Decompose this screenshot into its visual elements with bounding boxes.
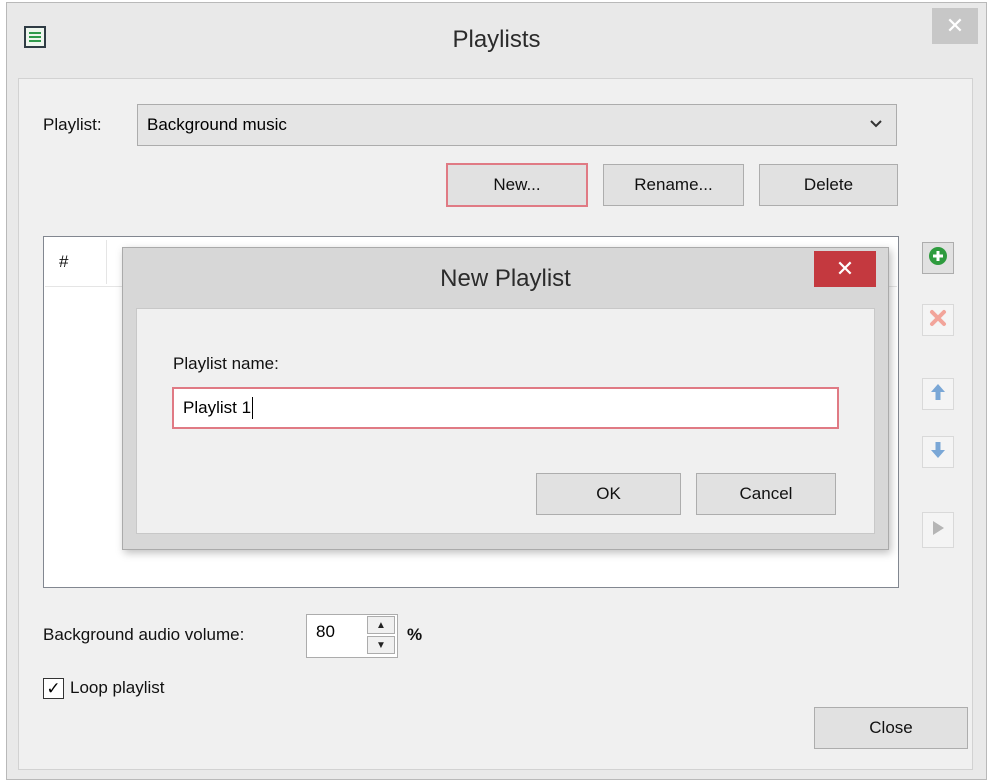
play-button[interactable]	[922, 512, 954, 548]
rename-playlist-button[interactable]: Rename...	[603, 164, 744, 206]
close-icon: ✕	[835, 256, 855, 281]
close-button[interactable]: Close	[814, 707, 968, 749]
move-up-button[interactable]	[922, 378, 954, 410]
window-close-button[interactable]: ✕	[932, 8, 978, 44]
dialog-close-button[interactable]: ✕	[814, 251, 876, 287]
dialog-ok-button[interactable]: OK	[536, 473, 681, 515]
checkmark-icon: ✓	[46, 679, 61, 698]
dialog-title: New Playlist	[440, 265, 571, 292]
delete-playlist-button[interactable]: Delete	[759, 164, 898, 206]
playlist-name-input[interactable]: Playlist 1	[172, 387, 839, 429]
volume-label: Background audio volume:	[43, 625, 245, 644]
spin-up-icon: ▲	[376, 619, 386, 631]
playlist-name-value: Playlist 1	[183, 398, 252, 417]
chevron-down-icon[interactable]	[868, 116, 884, 132]
add-icon	[928, 246, 948, 271]
window-title: Playlists	[452, 25, 541, 53]
arrow-up-icon	[929, 382, 947, 407]
playlist-name-label: Playlist name:	[173, 354, 279, 373]
close-icon: ✕	[945, 13, 965, 38]
new-playlist-button[interactable]: New...	[446, 163, 588, 207]
spin-down-icon: ▼	[376, 639, 386, 651]
remove-track-button[interactable]	[922, 304, 954, 336]
volume-value[interactable]: 80	[316, 622, 335, 642]
text-caret	[252, 397, 254, 419]
playlist-select[interactable]: Background music	[137, 104, 897, 146]
volume-decrement-button[interactable]: ▼	[367, 636, 395, 654]
playlist-label: Playlist:	[43, 115, 102, 134]
dialog-cancel-button[interactable]: Cancel	[696, 473, 836, 515]
loop-playlist-checkbox[interactable]: ✓	[43, 678, 64, 699]
column-separator[interactable]	[106, 240, 107, 284]
volume-increment-button[interactable]: ▲	[367, 616, 395, 634]
arrow-down-icon	[929, 440, 947, 465]
playlist-select-value: Background music	[147, 115, 287, 134]
play-icon	[931, 520, 945, 541]
volume-unit: %	[407, 625, 423, 644]
add-track-button[interactable]	[922, 242, 954, 274]
move-down-button[interactable]	[922, 436, 954, 468]
remove-icon	[929, 309, 947, 332]
column-header-number[interactable]: #	[59, 252, 68, 272]
loop-playlist-label[interactable]: Loop playlist	[70, 678, 165, 698]
playlist-app-icon	[24, 26, 46, 48]
